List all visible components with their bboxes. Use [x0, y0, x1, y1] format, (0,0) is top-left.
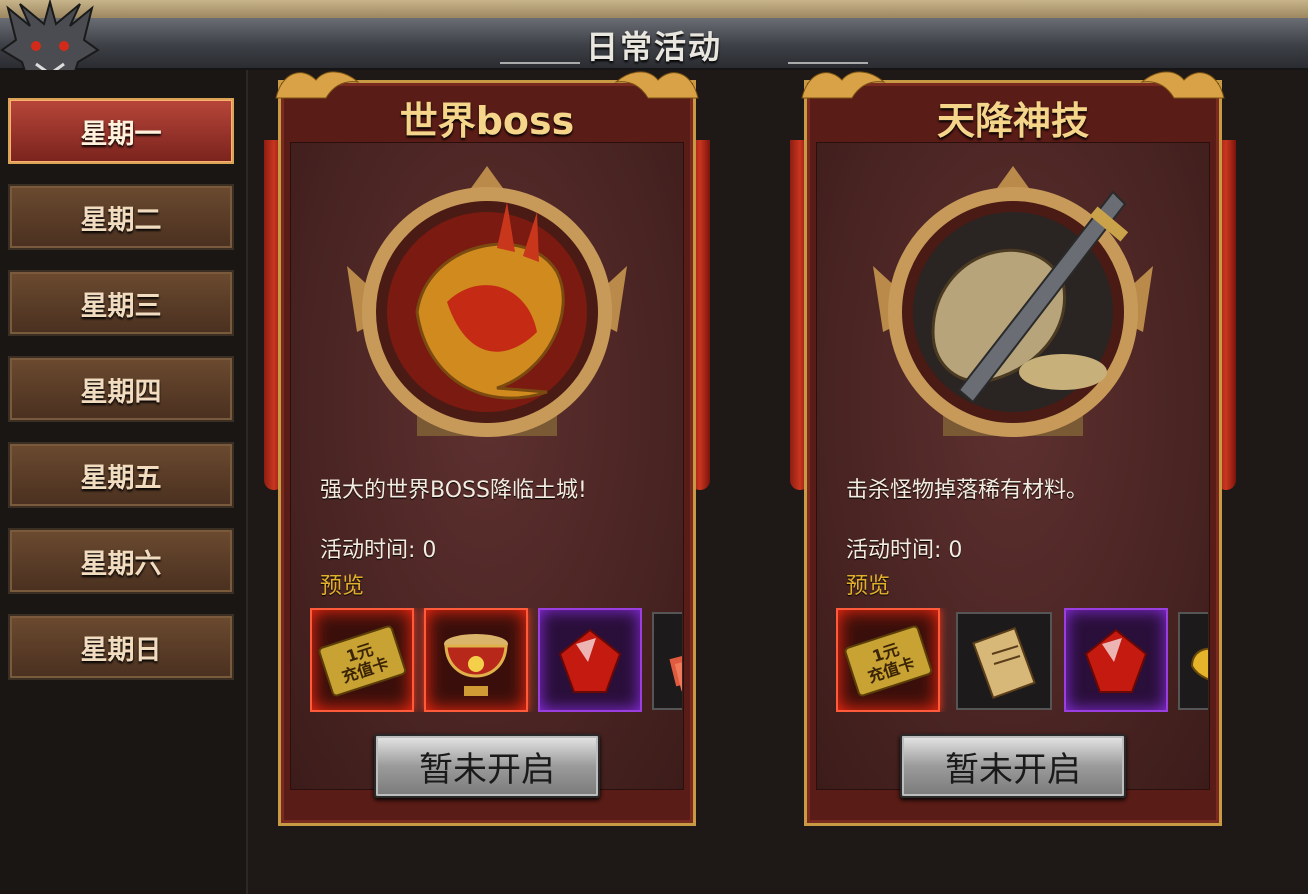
reward-slot[interactable]: 1元 充值卡: [836, 608, 940, 712]
activity-title: 天降神技: [936, 99, 1089, 143]
reward-slot[interactable]: [1178, 612, 1208, 710]
reward-slot[interactable]: [538, 608, 642, 712]
treasure-cauldron-icon: [444, 634, 508, 696]
recharge-card-icon: 1元充值卡: [318, 625, 407, 697]
activity-card-world-boss: 世界boss 强大的世界BOSS降临土城! 活动时间: 0 预览 1元 充值卡 暂…: [264, 71, 710, 826]
activity-status-button[interactable]: 暂未开启: [374, 734, 600, 798]
red-gem-icon: [558, 628, 622, 693]
gold-ingot-icon: [1190, 647, 1208, 680]
day-sidebar: 星期一 星期二 星期三 星期四 星期五 星期六 星期日: [0, 70, 248, 894]
armored-dragon-sword-icon: [873, 166, 1153, 437]
reward-slot[interactable]: 1元 充值卡: [310, 608, 414, 712]
activity-description: 击杀怪物掉落稀有材料。: [846, 478, 1089, 503]
reward-slot[interactable]: [652, 612, 682, 710]
activity-description: 强大的世界BOSS降临土城!: [320, 478, 587, 503]
day-tab-sunday[interactable]: 星期日: [8, 614, 234, 680]
preview-link[interactable]: 预览: [846, 568, 890, 600]
recharge-card-icon: 1元充值卡: [844, 625, 933, 697]
reward-list: 1元 充值卡: [836, 608, 1208, 712]
red-gem-icon: [1084, 628, 1148, 693]
day-tab-monday[interactable]: 星期一: [8, 98, 234, 164]
reward-slot[interactable]: [424, 608, 528, 712]
dragon-emblem-icon: [347, 166, 627, 437]
red-scroll-bundle-icon: [669, 645, 682, 692]
activity-time: 活动时间: 0: [320, 538, 437, 563]
reward-slot[interactable]: [956, 612, 1052, 710]
reward-list: 1元 充值卡: [310, 608, 682, 712]
day-tab-saturday[interactable]: 星期六: [8, 528, 234, 594]
activity-status-button[interactable]: 暂未开启: [900, 734, 1126, 798]
activity-title: 世界boss: [399, 99, 575, 143]
day-tab-thursday[interactable]: 星期四: [8, 356, 234, 422]
activity-card-skill: 天降神技 击杀怪物掉落稀有材料。 活动时间: 0 预览 1元 充值卡 暂未开启: [790, 71, 1236, 826]
day-tab-tuesday[interactable]: 星期二: [8, 184, 234, 250]
skill-scroll-icon: [972, 626, 1036, 700]
reward-slot[interactable]: [1064, 608, 1168, 712]
day-tab-wednesday[interactable]: 星期三: [8, 270, 234, 336]
activity-time: 活动时间: 0: [846, 538, 963, 563]
top-border-strip: [0, 0, 1308, 18]
preview-link[interactable]: 预览: [320, 568, 364, 600]
day-tab-friday[interactable]: 星期五: [8, 442, 234, 508]
